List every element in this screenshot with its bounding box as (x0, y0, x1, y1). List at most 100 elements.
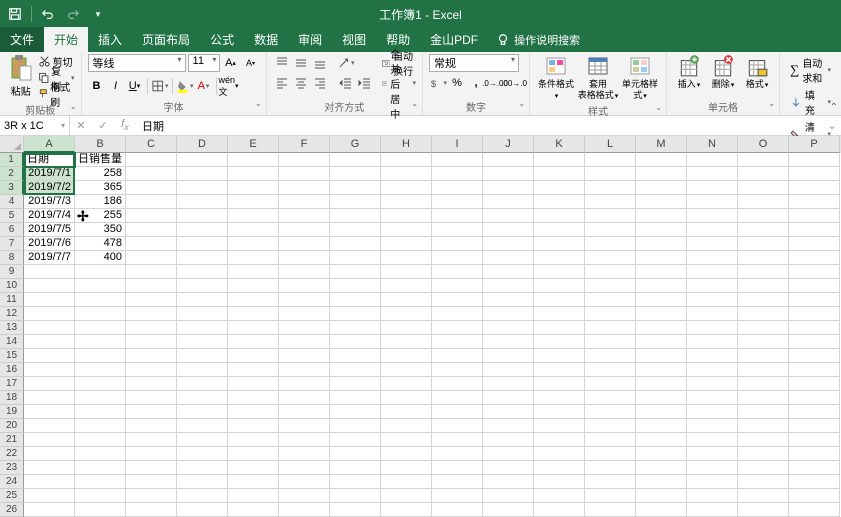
cell[interactable] (636, 307, 687, 321)
cell[interactable] (279, 209, 330, 223)
cell[interactable] (534, 461, 585, 475)
cell[interactable] (381, 461, 432, 475)
align-top-button[interactable] (273, 54, 291, 72)
cell[interactable] (738, 335, 789, 349)
cell[interactable] (534, 279, 585, 293)
cell[interactable] (381, 307, 432, 321)
cell[interactable] (228, 475, 279, 489)
cell[interactable] (738, 265, 789, 279)
cell[interactable] (279, 447, 330, 461)
row-header[interactable]: 18 (0, 391, 24, 405)
currency-button[interactable]: $ (429, 74, 447, 92)
cell[interactable] (24, 391, 75, 405)
tab-formulas[interactable]: 公式 (200, 27, 244, 52)
cell[interactable] (381, 335, 432, 349)
cell[interactable] (483, 279, 534, 293)
cell[interactable] (279, 349, 330, 363)
cell[interactable] (381, 349, 432, 363)
cell[interactable] (789, 293, 840, 307)
redo-button[interactable] (62, 3, 84, 25)
cell[interactable] (432, 153, 483, 167)
cell[interactable] (687, 237, 738, 251)
cell[interactable] (126, 237, 177, 251)
cell[interactable] (789, 461, 840, 475)
cell[interactable] (687, 377, 738, 391)
cell[interactable] (432, 377, 483, 391)
cell[interactable] (279, 475, 330, 489)
insert-cells-button[interactable]: 插入 (673, 54, 705, 91)
cell[interactable] (24, 377, 75, 391)
cell[interactable] (687, 293, 738, 307)
cell[interactable] (483, 433, 534, 447)
cell[interactable] (75, 419, 126, 433)
cell[interactable] (228, 223, 279, 237)
cell[interactable] (534, 447, 585, 461)
format-cells-button[interactable]: 格式 (741, 54, 773, 91)
cell[interactable] (687, 153, 738, 167)
cell[interactable] (126, 181, 177, 195)
cell[interactable] (636, 195, 687, 209)
cell[interactable] (432, 307, 483, 321)
cell[interactable] (738, 377, 789, 391)
row-header[interactable]: 20 (0, 419, 24, 433)
tab-view[interactable]: 视图 (332, 27, 376, 52)
cell[interactable] (687, 405, 738, 419)
cell[interactable] (432, 489, 483, 503)
cell[interactable]: 日销售量 (75, 153, 126, 167)
cell[interactable] (330, 433, 381, 447)
cell[interactable] (432, 363, 483, 377)
font-name-select[interactable]: 等线 (88, 54, 186, 72)
cell[interactable] (330, 321, 381, 335)
cell[interactable] (126, 307, 177, 321)
cell[interactable] (687, 167, 738, 181)
cell[interactable]: 2019/7/3 (24, 195, 75, 209)
cell[interactable] (789, 195, 840, 209)
cell[interactable] (24, 363, 75, 377)
cell[interactable] (585, 167, 636, 181)
autosum-button[interactable]: ∑自动求和▾ (790, 55, 831, 85)
align-left-button[interactable] (273, 74, 291, 92)
cell[interactable] (126, 349, 177, 363)
cell[interactable] (432, 321, 483, 335)
cell[interactable] (738, 181, 789, 195)
cell[interactable] (432, 251, 483, 265)
column-header-C[interactable]: C (126, 136, 177, 153)
cell[interactable] (585, 391, 636, 405)
cell[interactable]: 255 (75, 209, 126, 223)
cell[interactable] (483, 251, 534, 265)
cell[interactable] (228, 335, 279, 349)
cell[interactable] (483, 475, 534, 489)
column-header-F[interactable]: F (279, 136, 330, 153)
row-header[interactable]: 3 (0, 181, 24, 195)
cell[interactable] (432, 195, 483, 209)
cell[interactable] (483, 489, 534, 503)
cell[interactable] (432, 237, 483, 251)
cell[interactable]: 258 (75, 167, 126, 181)
row-header[interactable]: 11 (0, 293, 24, 307)
tab-file[interactable]: 文件 (0, 27, 44, 52)
cell[interactable] (177, 433, 228, 447)
cell[interactable] (330, 265, 381, 279)
cell[interactable] (432, 335, 483, 349)
tell-me-search[interactable]: 操作说明搜索 (496, 28, 580, 52)
cell[interactable] (636, 209, 687, 223)
cell[interactable] (687, 419, 738, 433)
cell[interactable] (789, 433, 840, 447)
cell[interactable] (75, 335, 126, 349)
cell[interactable] (177, 251, 228, 265)
cell[interactable] (738, 223, 789, 237)
cell[interactable] (636, 153, 687, 167)
cell[interactable] (585, 265, 636, 279)
cell[interactable] (636, 363, 687, 377)
select-all-corner[interactable] (0, 136, 24, 153)
cell[interactable] (687, 209, 738, 223)
cell[interactable] (789, 209, 840, 223)
cell[interactable] (534, 251, 585, 265)
cell[interactable] (789, 181, 840, 195)
cell[interactable] (279, 265, 330, 279)
cell[interactable] (24, 265, 75, 279)
cell[interactable] (279, 405, 330, 419)
tab-pdf[interactable]: 金山PDF (420, 27, 488, 52)
cell[interactable] (330, 405, 381, 419)
cell[interactable] (126, 405, 177, 419)
